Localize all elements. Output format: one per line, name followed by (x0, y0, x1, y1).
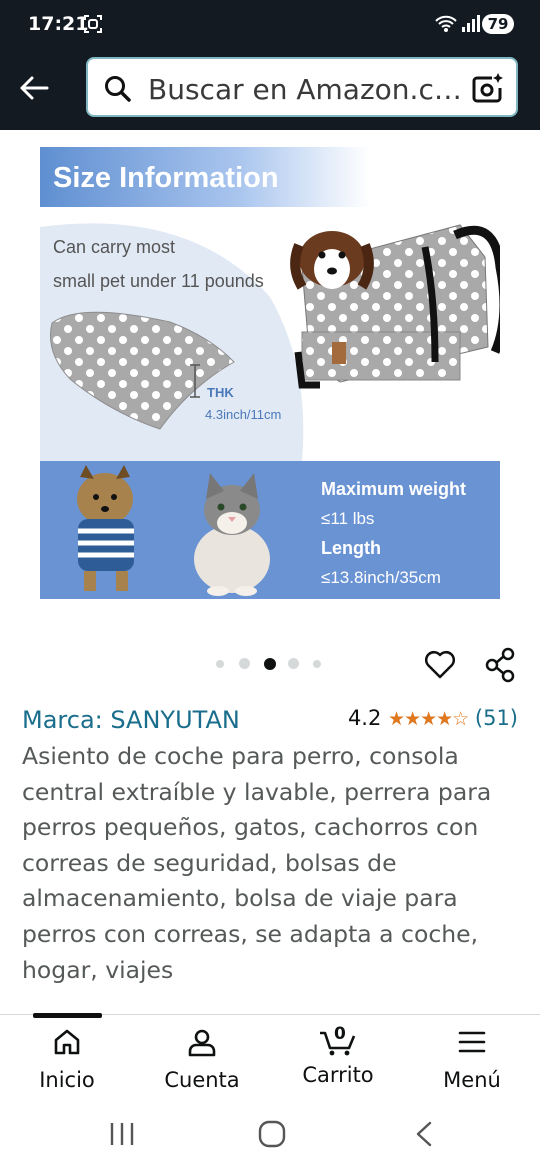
nav-account[interactable]: Cuenta (142, 1027, 262, 1092)
carousel-dot[interactable] (216, 660, 224, 668)
carousel-dot[interactable] (288, 658, 299, 669)
system-navigation-bar (0, 1106, 540, 1170)
review-count[interactable]: (51) (475, 706, 518, 730)
account-icon (188, 1029, 216, 1057)
carousel-dot-active[interactable] (264, 658, 276, 670)
product-title: Asiento de coche para perro, consola cen… (22, 742, 492, 984)
length-label: Length (321, 538, 381, 558)
carousel-dot[interactable] (313, 660, 321, 668)
signal-icon (435, 15, 480, 32)
bottom-navigation: Inicio Cuenta 0 Carrito Menú (0, 1013, 540, 1107)
hamburger-menu-icon (458, 1031, 486, 1053)
status-bar: 17:21 79 (0, 0, 540, 50)
carry-line-1: Can carry most (53, 237, 175, 257)
brand-link[interactable]: Marca: SANYUTAN (22, 706, 240, 734)
carousel-dot[interactable] (239, 658, 250, 669)
wishlist-heart-icon[interactable] (424, 649, 456, 679)
battery-indicator: 79 (482, 14, 514, 34)
status-time: 17:21 (28, 13, 89, 35)
cart-count-badge: 0 (334, 1024, 346, 1044)
nav-cart-label: Carrito (302, 1063, 374, 1087)
home-button-icon[interactable] (258, 1120, 286, 1148)
rating-value: 4.2 (347, 706, 382, 730)
screenshot-icon (84, 15, 102, 33)
nav-account-label: Cuenta (164, 1068, 240, 1092)
thk-value: 4.3inch/11cm (205, 407, 281, 422)
rating-stars-icon: ★★★★☆ (388, 708, 469, 730)
share-icon[interactable] (484, 647, 518, 683)
banner-title: Size Information (53, 162, 279, 194)
nav-home[interactable]: Inicio (7, 1027, 127, 1092)
recent-apps-icon[interactable] (108, 1121, 136, 1147)
thk-label: THK (207, 385, 234, 400)
nav-home-label: Inicio (39, 1068, 95, 1092)
search-input[interactable]: Buscar en Amazon.c… (86, 57, 518, 117)
back-button-icon[interactable] (412, 1120, 434, 1148)
carry-line-2: small pet under 11 pounds (53, 271, 264, 291)
product-image[interactable]: Size Information Can carry most small pe… (40, 147, 500, 599)
length-value: ≤13.8inch/35cm (321, 568, 441, 587)
search-icon (105, 76, 131, 102)
search-placeholder: Buscar en Amazon.c… (148, 73, 462, 106)
max-weight-value: ≤11 lbs (321, 509, 374, 528)
camera-search-icon[interactable] (470, 71, 504, 105)
home-icon (54, 1029, 80, 1055)
rating-summary[interactable]: 4.2 ★★★★☆ (51) (348, 706, 518, 730)
nav-menu[interactable]: Menú (412, 1027, 532, 1092)
nav-cart[interactable]: 0 Carrito (278, 1024, 398, 1087)
active-tab-indicator (33, 1013, 102, 1018)
max-weight-label: Maximum weight (321, 479, 466, 499)
search-header: Buscar en Amazon.c… (0, 50, 540, 130)
nav-menu-label: Menú (443, 1068, 501, 1092)
back-arrow-icon[interactable] (18, 72, 50, 104)
